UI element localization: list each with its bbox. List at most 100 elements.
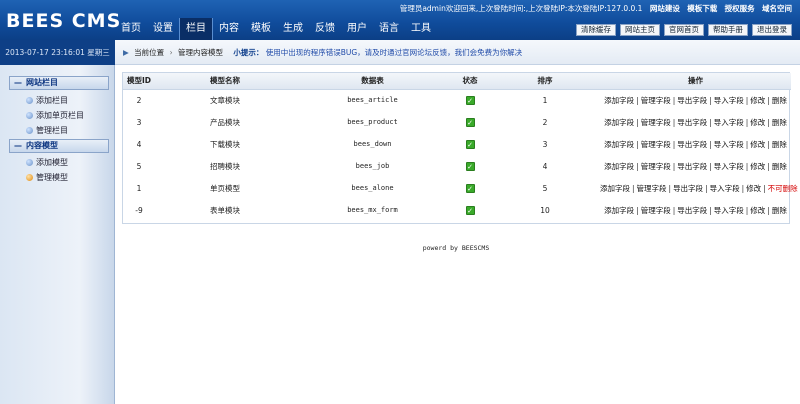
- cell-model-id: 4: [136, 139, 142, 149]
- manage-fields-link[interactable]: 管理字段: [637, 184, 667, 193]
- manage-fields-link[interactable]: 管理字段: [641, 118, 671, 127]
- sidebar-item-add-model[interactable]: 添加模型: [26, 157, 68, 168]
- nav-language[interactable]: 语言: [373, 18, 405, 40]
- import-fields-link[interactable]: 导入字段: [714, 118, 744, 127]
- separator: |: [636, 205, 639, 215]
- tip-label: 小提示：: [233, 48, 264, 57]
- import-fields-link[interactable]: 导入字段: [714, 96, 744, 105]
- add-field-link[interactable]: 添加字段: [600, 184, 630, 193]
- nav-feedback[interactable]: 反馈: [309, 18, 341, 40]
- export-fields-link[interactable]: 导出字段: [677, 118, 707, 127]
- separator: |: [636, 117, 639, 127]
- edit-link[interactable]: 修改: [750, 162, 765, 171]
- nav-generate[interactable]: 生成: [277, 18, 309, 40]
- edit-link[interactable]: 修改: [750, 206, 765, 215]
- separator: |: [672, 161, 676, 171]
- delete-link[interactable]: 删除: [772, 96, 787, 105]
- edit-link[interactable]: 修改: [746, 184, 761, 193]
- nav-content[interactable]: 内容: [213, 18, 245, 40]
- manage-fields-link[interactable]: 管理字段: [641, 206, 671, 215]
- sidebar-item-manage-models[interactable]: 管理模型: [26, 172, 68, 183]
- nav-templates[interactable]: 模板: [245, 18, 277, 40]
- cell-status: ✓: [450, 199, 490, 221]
- help-manual-button[interactable]: 帮助手册: [708, 24, 748, 36]
- export-fields-link[interactable]: 导出字段: [677, 162, 707, 171]
- col-data-table: 数据表: [295, 73, 450, 90]
- undeletable-label: 不可删除: [767, 183, 798, 193]
- cell-sort: 2: [542, 117, 548, 127]
- nav-home[interactable]: 首页: [115, 18, 147, 40]
- add-field-link[interactable]: 添加字段: [604, 206, 634, 215]
- cell-actions: 添加字段 | 管理字段 | 导出字段 | 导入字段 | 修改 | 不可删除: [600, 177, 798, 199]
- check-icon[interactable]: ✓: [465, 139, 475, 149]
- link-template-download[interactable]: 模板下载: [687, 4, 717, 13]
- link-domain-hosting[interactable]: 域名空间: [762, 4, 792, 13]
- add-field-link[interactable]: 添加字段: [604, 162, 634, 171]
- table-header-row: 模型ID 模型名称 数据表 状态 排序 操作: [123, 73, 791, 90]
- edit-link[interactable]: 修改: [750, 140, 765, 149]
- active-bullet-icon: [26, 174, 33, 181]
- footer: powerd by BEESCMS: [422, 244, 490, 252]
- separator: |: [767, 139, 770, 149]
- welcome-text: 管理员admin欢迎回来,上次登陆时间:,上次登陆IP:本次登陆IP:127.0…: [399, 4, 643, 13]
- link-site-build[interactable]: 网站建设: [650, 4, 680, 13]
- logout-button[interactable]: 退出登录: [752, 24, 792, 36]
- col-actions: 操作: [600, 73, 791, 90]
- manage-fields-link[interactable]: 管理字段: [641, 140, 671, 149]
- import-fields-link[interactable]: 导入字段: [710, 184, 740, 193]
- export-fields-link[interactable]: 导出字段: [677, 140, 707, 149]
- import-fields-link[interactable]: 导入字段: [714, 206, 744, 215]
- breadcrumb: ▶ 当前位置 › 管理内容模型 小提示： 使用中出现的程序错误BUG，请及时通过…: [115, 40, 800, 65]
- add-field-link[interactable]: 添加字段: [604, 118, 634, 127]
- add-field-link[interactable]: 添加字段: [604, 96, 634, 105]
- sidebar-group-content-models[interactable]: — 内容模型: [9, 139, 109, 153]
- official-home-button[interactable]: 官网首页: [664, 24, 704, 36]
- cell-sort: 4: [542, 161, 548, 171]
- nav-settings[interactable]: 设置: [147, 18, 179, 40]
- delete-link[interactable]: 删除: [772, 118, 787, 127]
- cell-model-id: 3: [136, 117, 142, 127]
- separator: |: [672, 205, 676, 215]
- import-fields-link[interactable]: 导入字段: [714, 162, 744, 171]
- clear-cache-button[interactable]: 清除缓存: [576, 24, 616, 36]
- import-fields-link[interactable]: 导入字段: [714, 140, 744, 149]
- export-fields-link[interactable]: 导出字段: [677, 96, 707, 105]
- separator: |: [745, 161, 749, 171]
- sidebar-group-site-columns[interactable]: — 网站栏目: [9, 76, 109, 90]
- cell-status: ✓: [450, 155, 490, 177]
- separator: |: [741, 183, 745, 193]
- link-license[interactable]: 授权服务: [725, 4, 755, 13]
- check-icon[interactable]: ✓: [465, 183, 475, 193]
- edit-link[interactable]: 修改: [750, 118, 765, 127]
- export-fields-link[interactable]: 导出字段: [673, 184, 703, 193]
- sidebar-item-label: 管理栏目: [36, 126, 68, 135]
- check-icon[interactable]: ✓: [465, 205, 475, 215]
- bullet-icon: [26, 159, 33, 166]
- delete-link[interactable]: 删除: [772, 206, 787, 215]
- check-icon[interactable]: ✓: [465, 161, 475, 171]
- sidebar-item-manage-columns[interactable]: 管理栏目: [26, 125, 68, 136]
- datetime: 2013-07-17 23:16:01: [5, 48, 85, 57]
- delete-link[interactable]: 删除: [772, 162, 787, 171]
- nav-users[interactable]: 用户: [341, 18, 373, 40]
- check-icon[interactable]: ✓: [465, 117, 475, 127]
- tip-text: 使用中出现的程序错误BUG，请及时通过官网论坛反馈，我们会免费为你解决: [265, 48, 523, 57]
- nav-columns[interactable]: 栏目: [179, 18, 213, 40]
- sidebar-item-add-single-page-column[interactable]: 添加单页栏目: [26, 110, 84, 121]
- edit-link[interactable]: 修改: [750, 96, 765, 105]
- add-field-link[interactable]: 添加字段: [604, 140, 634, 149]
- manage-fields-link[interactable]: 管理字段: [641, 162, 671, 171]
- header-buttons: 清除缓存 网站主页 官网首页 帮助手册 退出登录: [576, 24, 792, 36]
- sidebar-item-add-column[interactable]: 添加栏目: [26, 95, 68, 106]
- site-home-button[interactable]: 网站主页: [620, 24, 660, 36]
- export-fields-link[interactable]: 导出字段: [677, 206, 707, 215]
- separator: |: [763, 183, 766, 193]
- separator: |: [709, 161, 712, 171]
- sidebar-item-label: 添加单页栏目: [36, 111, 84, 120]
- delete-link[interactable]: 删除: [772, 140, 787, 149]
- bullet-icon: [26, 97, 33, 104]
- table-row: 3 产品模块 bees_product ✓ 2 添加字段 | 管理字段 | 导出字段 | 导入字段 | 修…: [123, 111, 791, 133]
- check-icon[interactable]: ✓: [465, 95, 475, 105]
- manage-fields-link[interactable]: 管理字段: [641, 96, 671, 105]
- nav-tools[interactable]: 工具: [405, 18, 437, 40]
